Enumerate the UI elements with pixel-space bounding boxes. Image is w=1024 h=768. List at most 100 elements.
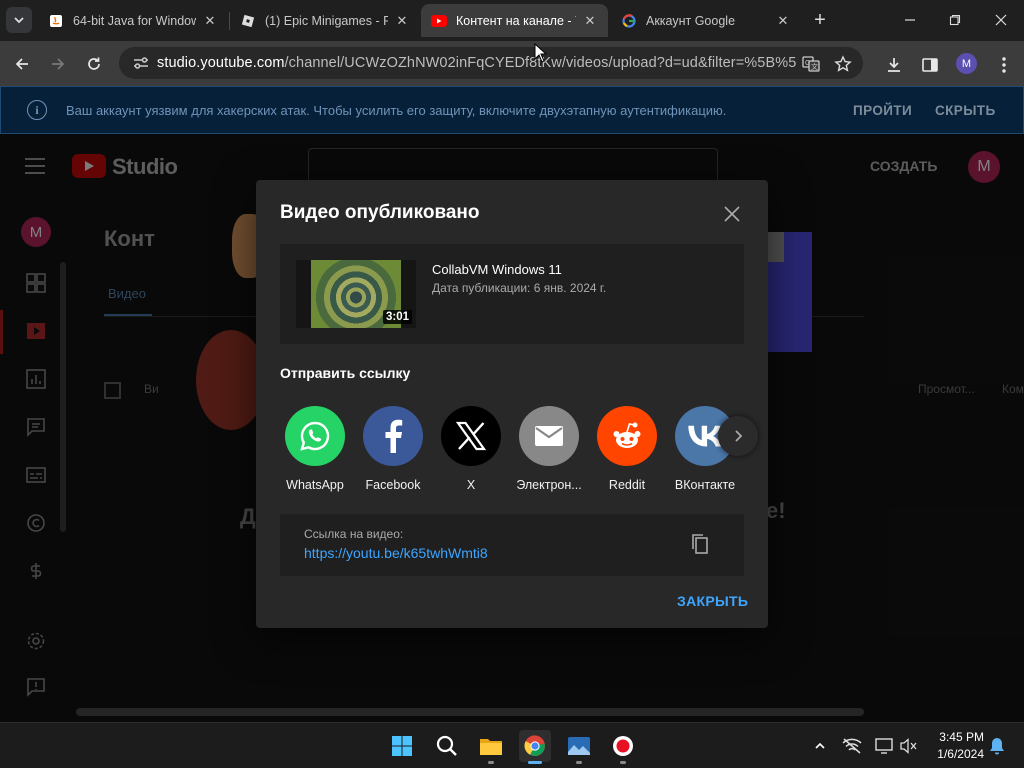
- forward-button[interactable]: [44, 50, 72, 78]
- security-banner: i Ваш аккаунт уязвим для хакерских атак.…: [0, 86, 1024, 134]
- close-icon: [724, 206, 740, 222]
- url-host: studio.youtube.com: [157, 55, 285, 71]
- close-icon: [995, 14, 1007, 26]
- tab-search-button[interactable]: [6, 7, 32, 33]
- minimize-icon: [905, 19, 915, 21]
- restore-button[interactable]: [935, 6, 975, 34]
- email-icon: [519, 406, 579, 466]
- bookmark-star-icon[interactable]: [833, 54, 853, 74]
- reload-icon: [88, 57, 100, 70]
- taskbar-chrome[interactable]: [519, 730, 551, 764]
- tray-overflow-chevron-icon[interactable]: [810, 736, 830, 756]
- chrome-icon: [524, 735, 545, 756]
- taskbar-recorder[interactable]: [607, 730, 639, 764]
- chevron-right-icon: [735, 430, 743, 442]
- whatsapp-icon: [285, 406, 345, 466]
- share-email[interactable]: Электрон...: [511, 406, 587, 492]
- close-icon[interactable]: ✕: [202, 13, 218, 29]
- forward-arrow-icon: [52, 58, 65, 70]
- share-x[interactable]: X: [433, 406, 509, 492]
- address-bar[interactable]: studio.youtube.com/channel/UCWzOZhNW02in…: [119, 47, 863, 79]
- share-label: X: [466, 478, 476, 492]
- video-published-dialog: Видео опубликовано 3:01 CollabVM Windows…: [256, 180, 768, 628]
- tab-title: (1) Epic Minigames - Roblox: [265, 13, 388, 28]
- browser-toolbar: studio.youtube.com/channel/UCWzOZhNW02in…: [0, 41, 1024, 86]
- banner-go-button[interactable]: ПРОЙТИ: [853, 103, 912, 118]
- roblox-icon: [240, 13, 256, 29]
- reload-button[interactable]: [80, 50, 108, 78]
- network-disconnected-icon[interactable]: [842, 736, 862, 756]
- notification-bell-icon[interactable]: [987, 736, 1007, 756]
- share-reddit[interactable]: Reddit: [589, 406, 665, 492]
- tab-title: 64-bit Java for Windows: [73, 13, 196, 28]
- browser-tab-strip: 64-bit Java for Windows ✕ (1) Epic Minig…: [0, 0, 1024, 41]
- video-link-box: Ссылка на видео: https://youtu.be/k65twh…: [280, 514, 744, 576]
- x-icon: [441, 406, 501, 466]
- windows-logo-icon: [392, 736, 412, 756]
- photos-icon: [568, 737, 590, 755]
- facebook-icon: [363, 406, 423, 466]
- java-icon: [48, 13, 64, 29]
- windows-taskbar: 3:45 PM 1/6/2024: [0, 722, 1024, 768]
- record-icon: [613, 736, 633, 756]
- share-label: Facebook: [365, 478, 421, 492]
- back-button[interactable]: [8, 50, 36, 78]
- dialog-title: Видео опубликовано: [280, 202, 480, 223]
- share-facebook[interactable]: Facebook: [355, 406, 431, 492]
- copy-icon: [692, 534, 708, 554]
- new-tab-button[interactable]: +: [809, 9, 831, 31]
- share-label: Reddit: [608, 478, 646, 492]
- share-label: Электрон...: [516, 478, 582, 492]
- search-button[interactable]: [431, 730, 463, 762]
- display-icon[interactable]: [874, 736, 894, 756]
- site-settings-icon[interactable]: [127, 56, 155, 70]
- share-heading: Отправить ссылку: [280, 365, 411, 381]
- minimize-button[interactable]: [890, 6, 930, 34]
- clock-date: 1/6/2024: [937, 747, 984, 761]
- video-card: 3:01 CollabVM Windows 11 Дата публикации…: [280, 244, 744, 344]
- tab-java[interactable]: 64-bit Java for Windows ✕: [38, 4, 228, 37]
- share-whatsapp[interactable]: WhatsApp: [277, 406, 353, 492]
- browser-profile-avatar[interactable]: M: [956, 53, 977, 74]
- close-icon[interactable]: ✕: [775, 13, 791, 29]
- share-scroll-next-button[interactable]: [718, 416, 758, 456]
- banner-hide-button[interactable]: СКРЫТЬ: [935, 103, 996, 118]
- tab-google-account[interactable]: Аккаунт Google ✕: [611, 4, 801, 37]
- svg-text:文: 文: [811, 62, 818, 71]
- taskbar-file-explorer[interactable]: [475, 730, 507, 764]
- system-clock[interactable]: 3:45 PM 1/6/2024: [924, 729, 984, 763]
- volume-muted-icon[interactable]: [899, 736, 919, 756]
- side-panel-icon[interactable]: [920, 55, 940, 75]
- close-icon[interactable]: ✕: [394, 13, 410, 29]
- video-publish-date: Дата публикации: 6 янв. 2024 г.: [432, 281, 607, 295]
- video-duration: 3:01: [382, 310, 412, 324]
- video-link-label: Ссылка на видео:: [304, 527, 404, 541]
- taskbar-photos[interactable]: [563, 730, 595, 764]
- tab-youtube-studio[interactable]: Контент на канале - YouTube Studio ✕: [421, 4, 608, 37]
- google-icon: [621, 13, 637, 29]
- tab-roblox[interactable]: (1) Epic Minigames - Roblox ✕: [230, 4, 420, 37]
- back-arrow-icon: [15, 58, 28, 70]
- clock-time: 3:45 PM: [939, 730, 984, 744]
- translate-icon[interactable]: G文: [801, 54, 821, 74]
- url-text: studio.youtube.com/channel/UCWzOZhNW02in…: [157, 55, 797, 71]
- search-icon: [436, 735, 457, 756]
- window-close-button[interactable]: [981, 6, 1021, 34]
- download-icon[interactable]: [884, 55, 904, 75]
- video-title: CollabVM Windows 11: [432, 262, 562, 277]
- info-icon: i: [27, 100, 47, 120]
- restore-icon: [949, 14, 961, 26]
- copy-link-button[interactable]: [688, 532, 712, 556]
- mouse-cursor-icon: [534, 43, 548, 63]
- dialog-close-button[interactable]: [720, 202, 744, 226]
- youtube-icon: [431, 13, 447, 29]
- tab-title: Аккаунт Google: [646, 13, 736, 28]
- start-button[interactable]: [386, 730, 418, 762]
- close-icon[interactable]: ✕: [582, 13, 598, 29]
- video-link-url[interactable]: https://youtu.be/k65twhWmti8: [304, 545, 488, 561]
- chevron-down-icon: [14, 17, 24, 24]
- video-thumbnail[interactable]: 3:01: [296, 260, 416, 328]
- dialog-done-button[interactable]: ЗАКРЫТЬ: [677, 593, 748, 609]
- kebab-menu-icon[interactable]: [994, 55, 1014, 75]
- share-label: WhatsApp: [286, 478, 344, 492]
